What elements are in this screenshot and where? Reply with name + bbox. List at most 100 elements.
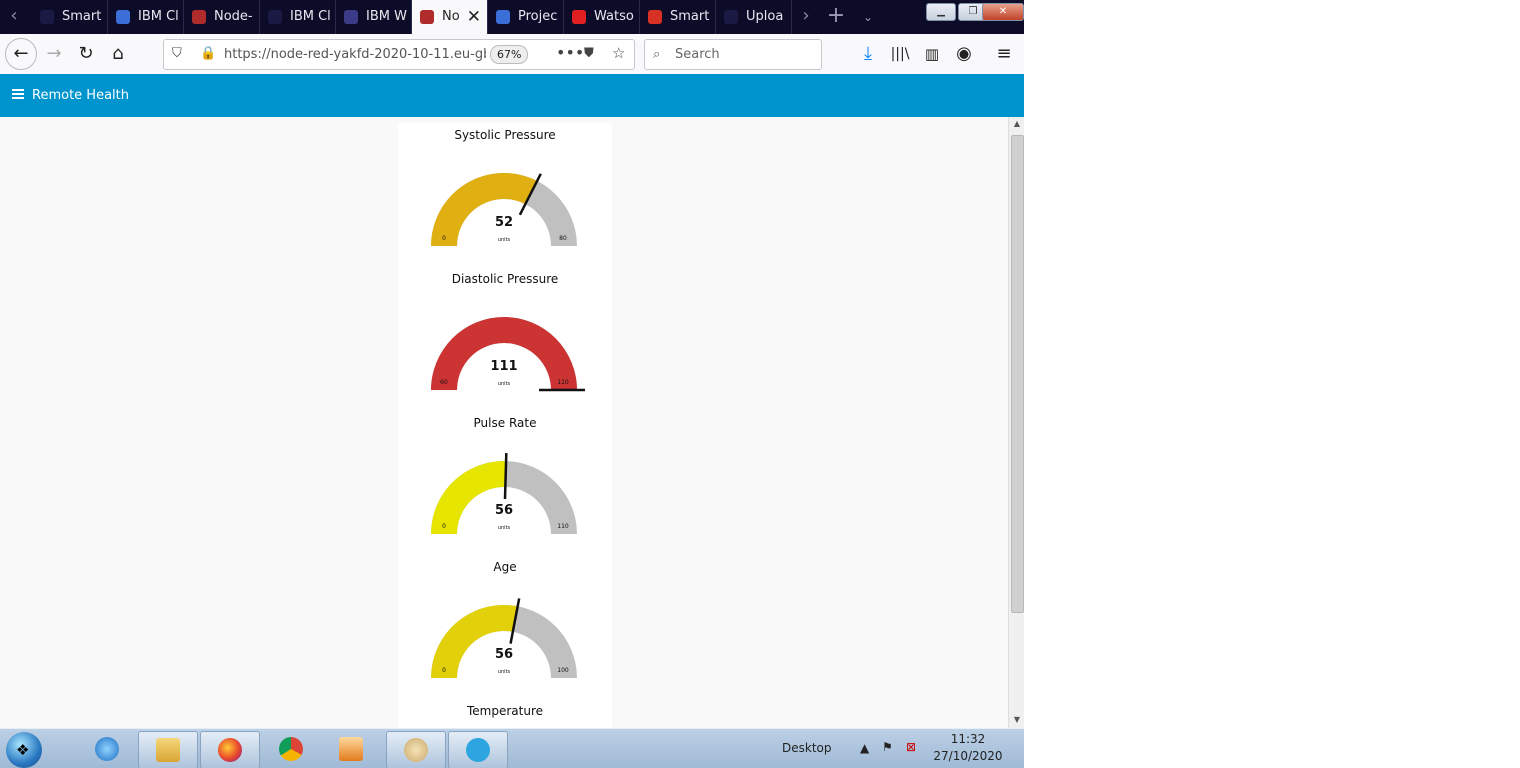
telegram-icon <box>466 738 490 762</box>
tab-favicon-icon <box>268 10 282 24</box>
gauge-min-label: 0 <box>442 667 446 674</box>
tab-label: IBM Cl <box>290 9 331 24</box>
browser-tab[interactable]: Watso <box>564 0 640 34</box>
gauge-group: Systolic Pressure 52 units 0 80 Diastolic Pre… <box>398 123 612 728</box>
browser-tab[interactable]: Node- <box>184 0 260 34</box>
tab-label: Projec <box>518 9 558 24</box>
browser-tab[interactable]: Projec <box>488 0 564 34</box>
screen: ‹ Smart IBM Cl Node- IBM Cl IBM W No ✕ Projec Wa… <box>0 0 1024 768</box>
menu-icon[interactable]: ≡ <box>990 40 1018 68</box>
downloads-icon[interactable]: ⤓ <box>854 40 882 68</box>
scrollbar-thumb[interactable] <box>1011 135 1024 613</box>
scroll-down-arrow-icon[interactable]: ▼ <box>1009 715 1024 724</box>
chrome-icon <box>279 737 303 761</box>
bookmark-star-icon[interactable]: ☆ <box>612 44 625 62</box>
action-center-icon[interactable]: ⚑ <box>882 740 893 754</box>
browser-tab[interactable]: IBM W <box>336 0 412 34</box>
gauge: 52 units 0 80 <box>431 173 577 246</box>
browser-tab[interactable]: No ✕ <box>412 0 488 34</box>
search-icon: ⌕ <box>653 47 661 62</box>
minimize-button[interactable]: ▁ <box>926 3 956 21</box>
gauge-needle <box>503 452 508 500</box>
clock[interactable]: 11:32 27/10/2020 <box>930 731 1006 765</box>
close-window-button[interactable]: ✕ <box>982 3 1024 21</box>
scroll-up-arrow-icon[interactable]: ▲ <box>1009 119 1024 128</box>
dashboard-content: Systolic Pressure 52 units 0 80 Diastolic Pre… <box>0 117 1008 728</box>
taskbar-paint[interactable] <box>386 731 446 768</box>
library-icon[interactable]: |||\ <box>886 40 914 68</box>
url-text[interactable]: https://node-red-yakfd-2020-10-11.eu-gb <box>224 40 486 69</box>
gauge-units-text: units <box>498 525 511 531</box>
navigation-bar: ← → ↻ ⌂ ⛉ 🔒 https://node-red-yakfd-2020-… <box>0 34 1024 75</box>
firefox-icon <box>218 738 242 762</box>
tab-label: No <box>442 9 460 24</box>
reload-button[interactable]: ↻ <box>72 40 100 68</box>
sidebar-icon[interactable]: ▥ <box>918 40 946 68</box>
app-title: Remote Health <box>32 88 129 103</box>
browser-tab[interactable]: Smart <box>640 0 716 34</box>
new-tab-button[interactable]: + <box>826 0 846 34</box>
gauge-max-label: 110 <box>557 379 569 386</box>
search-placeholder: Search <box>675 47 720 62</box>
windows-logo-icon: ❖ <box>16 741 30 759</box>
browser-tab[interactable]: IBM Cl <box>260 0 336 34</box>
account-icon[interactable]: ◉ <box>950 40 978 68</box>
taskbar-ie[interactable] <box>78 731 136 767</box>
tab-favicon-icon <box>344 10 358 24</box>
browser-tab[interactable]: Uploa <box>716 0 792 34</box>
page-actions-icon[interactable]: ••• <box>556 43 584 62</box>
gauge: 56 units 0 110 <box>431 452 577 534</box>
tab-favicon-icon <box>40 10 54 24</box>
taskbar-explorer[interactable] <box>138 731 198 768</box>
tab-label: IBM Cl <box>138 9 179 24</box>
show-hidden-icons-icon[interactable]: ▲ <box>860 741 869 755</box>
gauge-min-label: 0 <box>442 523 446 530</box>
clock-time: 11:32 <box>950 732 986 746</box>
vertical-scrollbar[interactable]: ▲ ▼ <box>1008 117 1024 728</box>
gauge-min-label: 60 <box>440 379 448 386</box>
browser-tab[interactable]: IBM Cl <box>108 0 184 34</box>
gauge-min-label: 0 <box>442 235 446 242</box>
zoom-level[interactable]: 67% <box>490 45 529 64</box>
start-button[interactable]: ❖ <box>6 732 42 768</box>
close-tab-icon[interactable]: ✕ <box>467 0 481 34</box>
tab-scroll-left-icon[interactable]: ‹ <box>0 0 28 34</box>
taskbar-chrome[interactable] <box>262 731 320 767</box>
forward-button[interactable]: → <box>40 40 68 68</box>
tab-label: Watso <box>594 9 634 24</box>
taskbar-media[interactable] <box>322 731 380 767</box>
tab-favicon-icon <box>192 10 206 24</box>
gauge-units-text: units <box>498 669 511 675</box>
taskbar-firefox[interactable] <box>200 731 260 768</box>
shield-icon[interactable]: ⛉ <box>172 46 182 61</box>
internet-explorer-icon <box>95 737 119 761</box>
desktop-toolbar-label[interactable]: Desktop <box>782 741 832 755</box>
tab-bar: ‹ Smart IBM Cl Node- IBM Cl IBM W No ✕ Projec Wa… <box>0 0 1024 34</box>
tab-favicon-icon <box>496 10 510 24</box>
tab-label: Smart <box>62 9 102 24</box>
gauge-value-text: 56 <box>495 503 513 518</box>
taskbar-telegram[interactable] <box>448 731 508 768</box>
gauge-title: Temperature <box>466 704 543 718</box>
search-field[interactable]: ⌕ Search <box>644 39 822 70</box>
lock-icon[interactable]: 🔒 <box>200 46 216 61</box>
tab-favicon-icon <box>724 10 738 24</box>
gauge-value-text: 52 <box>495 215 513 230</box>
gauge: 111 units 60 110 <box>431 317 585 392</box>
paint-palette-icon <box>404 738 428 762</box>
clock-date: 27/10/2020 <box>933 749 1003 763</box>
url-bar[interactable]: ⛉ 🔒 https://node-red-yakfd-2020-10-11.eu… <box>163 39 635 70</box>
back-button[interactable]: ← <box>5 38 37 70</box>
tab-list-chevron-icon[interactable]: ⌄ <box>858 0 878 34</box>
media-player-icon <box>339 737 363 761</box>
gauge-max-label: 110 <box>557 523 569 530</box>
gauge-max-label: 80 <box>559 235 567 242</box>
home-button[interactable]: ⌂ <box>104 40 132 68</box>
hamburger-menu-icon[interactable] <box>12 89 24 99</box>
gauge-units-text: units <box>498 381 511 387</box>
browser-tab[interactable]: Smart <box>32 0 108 34</box>
gauge-value-text: 111 <box>490 359 517 374</box>
tab-scroll-right-icon[interactable]: › <box>792 0 820 34</box>
network-error-icon[interactable]: ⊠ <box>906 740 916 754</box>
pocket-icon[interactable]: ⛊ <box>584 46 594 61</box>
